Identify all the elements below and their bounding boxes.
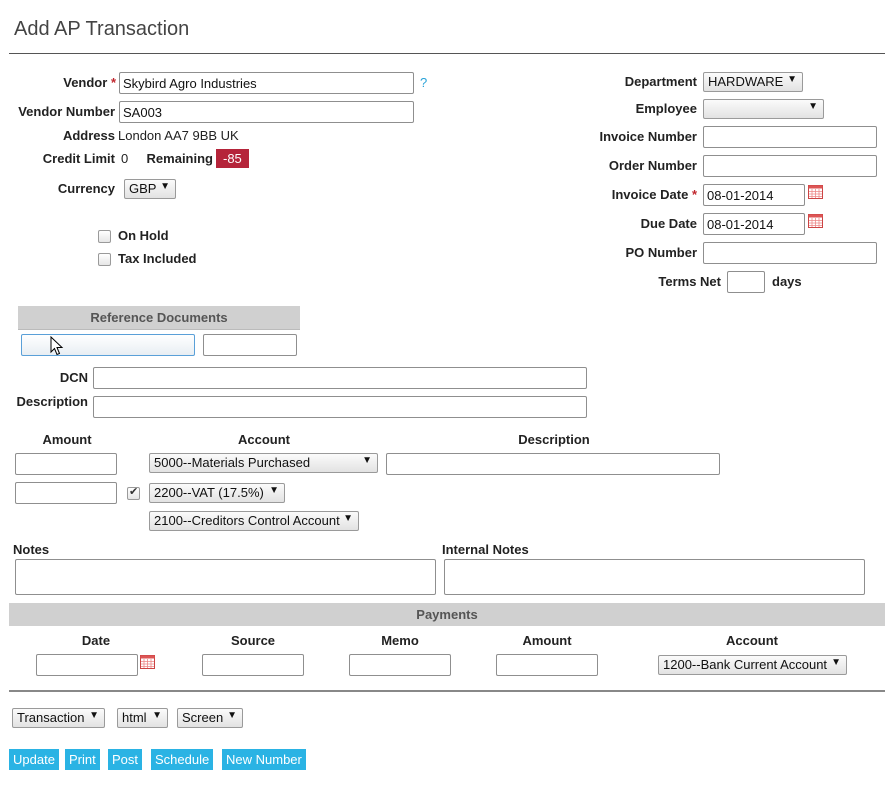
new-number-button[interactable]: New Number: [222, 749, 306, 770]
payments-header: Payments: [9, 603, 885, 626]
output-form-select[interactable]: Transaction ▼: [12, 708, 105, 728]
po-number-input[interactable]: [703, 242, 877, 264]
vendor-number-input[interactable]: [119, 101, 414, 123]
vendor-input[interactable]: [119, 72, 414, 94]
account-header: Account: [238, 432, 290, 447]
chevron-down-icon: ▼: [269, 485, 279, 496]
payment-source-header: Source: [230, 633, 276, 648]
print-button[interactable]: Print: [65, 749, 100, 770]
employee-select[interactable]: ▼: [703, 99, 824, 119]
invoice-date-label: Invoice Date *: [611, 187, 697, 202]
calendar-icon[interactable]: [140, 655, 155, 669]
chevron-down-icon: ▼: [831, 657, 841, 668]
ap-account-select[interactable]: 2100--Creditors Control Account ▼: [149, 511, 359, 531]
title-divider: [9, 53, 885, 54]
terms-label: Terms Net: [658, 274, 721, 289]
vendor-help-link[interactable]: ?: [420, 75, 427, 90]
payment-date-input[interactable]: [36, 654, 138, 676]
internal-notes-textarea[interactable]: [444, 559, 865, 595]
department-label: Department: [624, 74, 697, 89]
on-hold-checkbox[interactable]: [98, 230, 111, 243]
output-format-select[interactable]: html ▼: [117, 708, 168, 728]
invoice-date-input[interactable]: [703, 184, 805, 206]
due-date-input[interactable]: [703, 213, 805, 235]
credit-limit-label: Credit Limit: [42, 151, 115, 166]
address-label: Address: [62, 128, 115, 143]
post-button[interactable]: Post: [108, 749, 143, 770]
payments-divider: [9, 690, 885, 692]
currency-label: Currency: [57, 181, 115, 196]
reference-documents-header: Reference Documents: [18, 306, 300, 330]
terms-input[interactable]: [727, 271, 765, 293]
internal-notes-label: Internal Notes: [442, 542, 529, 557]
payment-date-header: Date: [81, 633, 111, 648]
payment-amount-input[interactable]: [496, 654, 598, 676]
po-number-label: PO Number: [625, 245, 697, 260]
reference-upload-input[interactable]: [21, 334, 195, 356]
order-number-input[interactable]: [703, 155, 877, 177]
chevron-down-icon: ▼: [343, 513, 353, 524]
line-description-input[interactable]: [386, 453, 720, 475]
department-select[interactable]: HARDWARE ▼: [703, 72, 803, 92]
mouse-cursor-icon: [50, 336, 64, 356]
tax-included-checkbox[interactable]: [98, 253, 111, 266]
terms-unit: days: [772, 274, 802, 289]
description-input[interactable]: [93, 396, 587, 418]
payment-memo-input[interactable]: [349, 654, 451, 676]
chevron-down-icon: ▼: [160, 181, 170, 192]
payment-source-input[interactable]: [202, 654, 304, 676]
schedule-button[interactable]: Schedule: [151, 749, 214, 770]
currency-select[interactable]: GBP ▼: [124, 179, 176, 199]
tax-amount-input[interactable]: [15, 482, 117, 504]
chevron-down-icon: ▼: [89, 710, 99, 721]
chevron-down-icon: ▼: [227, 710, 237, 721]
payment-account-select[interactable]: 1200--Bank Current Account ▼: [658, 655, 847, 675]
line-description-header: Description: [518, 432, 590, 447]
invoice-number-input[interactable]: [703, 126, 877, 148]
line-account-select[interactable]: 5000--Materials Purchased ▼: [149, 453, 378, 473]
dcn-input[interactable]: [93, 367, 587, 389]
order-number-label: Order Number: [608, 158, 697, 173]
address-value: London AA7 9BB UK: [118, 128, 239, 143]
dcn-label: DCN: [59, 370, 88, 385]
page-title: Add AP Transaction: [14, 18, 190, 40]
chevron-down-icon: ▼: [787, 74, 797, 85]
payment-amount-header: Amount: [522, 633, 572, 648]
remaining-label: Remaining: [146, 151, 213, 166]
tax-included-label: Tax Included: [118, 251, 197, 266]
due-date-label: Due Date: [640, 216, 697, 231]
chevron-down-icon: ▼: [152, 710, 162, 721]
vendor-label: Vendor *: [63, 75, 116, 90]
vendor-number-label: Vendor Number: [18, 104, 115, 119]
notes-textarea[interactable]: [15, 559, 436, 595]
checkmark-icon: ✔: [129, 486, 139, 498]
invoice-number-label: Invoice Number: [599, 129, 697, 144]
tax-checkbox[interactable]: ✔: [127, 486, 140, 500]
description-label: Description: [16, 394, 88, 409]
chevron-down-icon: ▼: [808, 101, 818, 112]
credit-limit-value: 0: [121, 151, 129, 166]
update-button[interactable]: Update: [9, 749, 59, 770]
tax-account-select[interactable]: 2200--VAT (17.5%) ▼: [149, 483, 285, 503]
line-amount-input[interactable]: [15, 453, 117, 475]
calendar-icon[interactable]: [808, 185, 823, 199]
reference-name-input[interactable]: [203, 334, 297, 356]
output-media-select[interactable]: Screen ▼: [177, 708, 243, 728]
employee-label: Employee: [635, 101, 697, 116]
calendar-icon[interactable]: [808, 214, 823, 228]
remaining-badge: -85: [216, 149, 249, 168]
payment-memo-header: Memo: [381, 633, 419, 648]
on-hold-label: On Hold: [118, 228, 169, 243]
payment-account-header: Account: [726, 633, 778, 648]
notes-label: Notes: [13, 542, 50, 557]
amount-header: Amount: [42, 432, 92, 447]
chevron-down-icon: ▼: [362, 455, 372, 466]
